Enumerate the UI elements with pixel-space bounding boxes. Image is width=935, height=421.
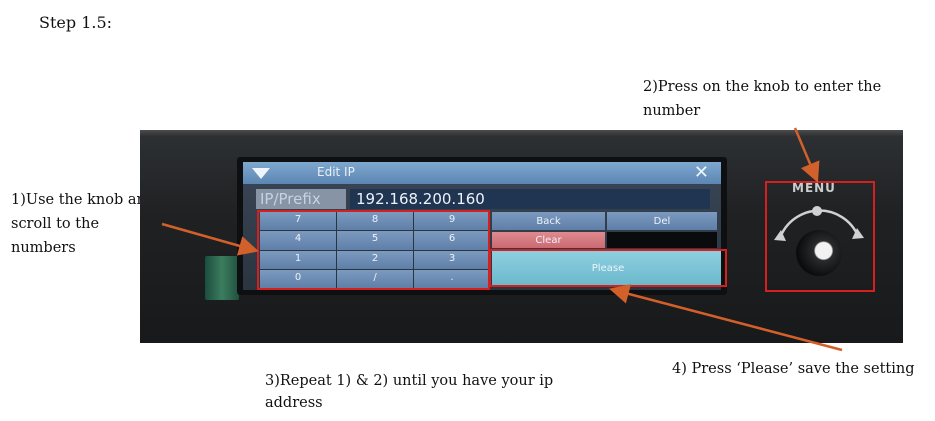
arrow-to-keypad: [161, 222, 259, 256]
annotation-arrows: [161, 127, 843, 352]
arrow-to-please: [609, 284, 843, 352]
arrow-to-knob: [793, 127, 820, 183]
